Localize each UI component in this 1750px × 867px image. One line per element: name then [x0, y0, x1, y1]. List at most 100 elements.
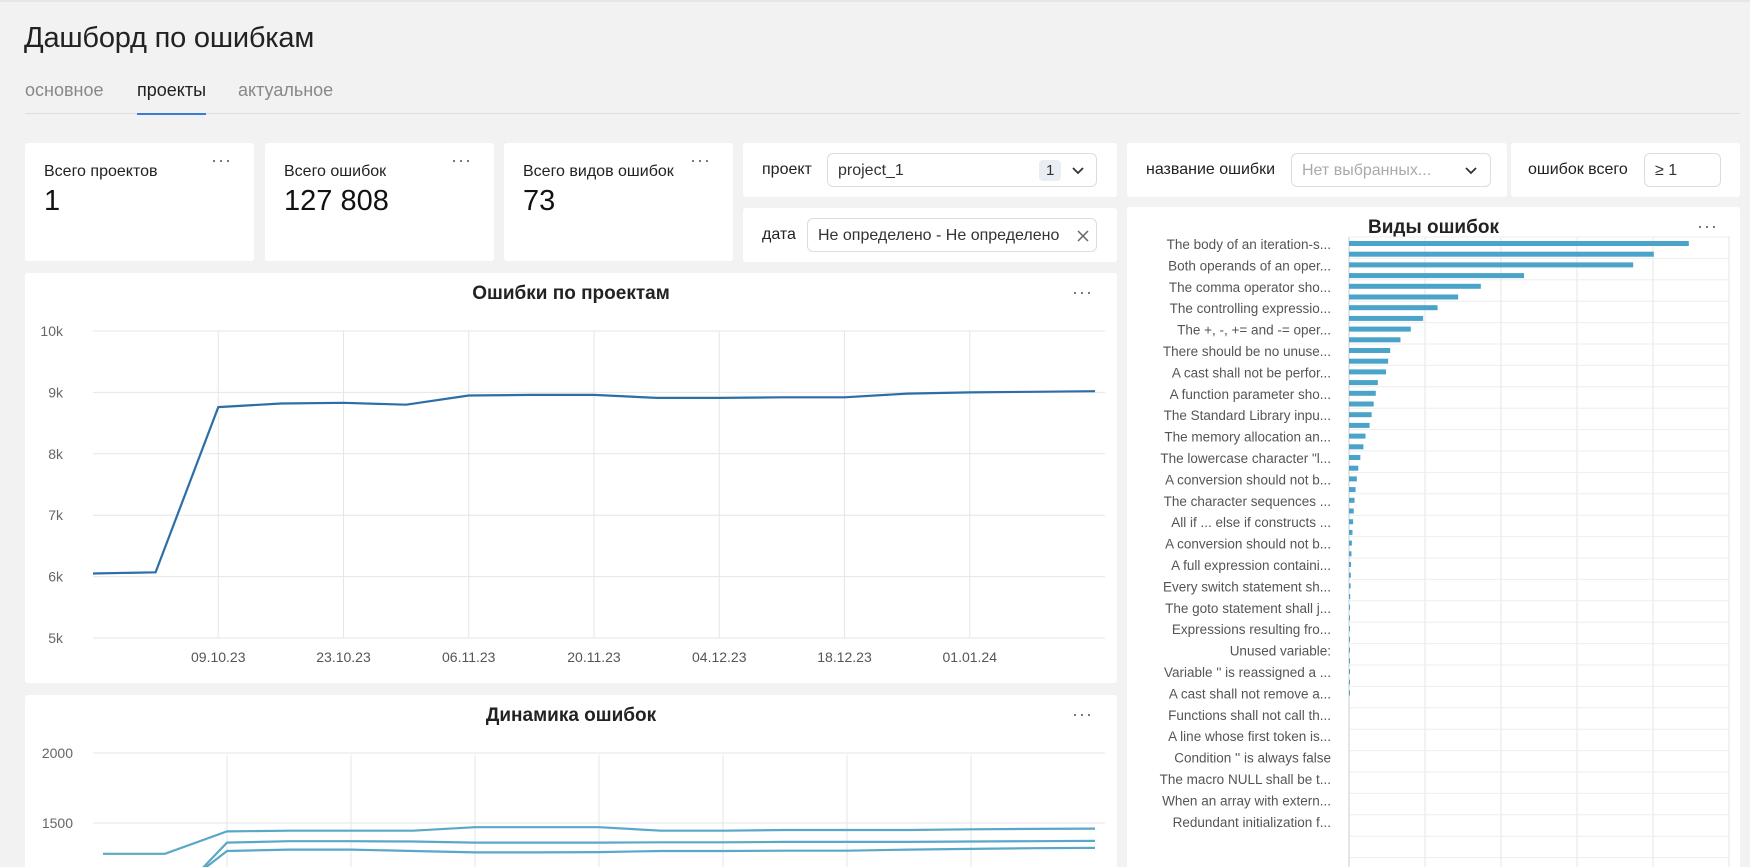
x-tick-label: 06.11.23 — [442, 649, 496, 665]
category-label: Condition '' is always false — [1174, 751, 1331, 766]
bar — [1349, 658, 1350, 664]
more-icon[interactable]: ··· — [211, 151, 232, 169]
bar — [1349, 508, 1354, 514]
project-select-value: project_1 — [838, 162, 904, 179]
bar — [1349, 572, 1351, 578]
errors-total-filter-card: ошибок всего ≥ 1 — [1511, 143, 1740, 197]
category-label: A line whose first token is... — [1168, 729, 1331, 744]
kpi-card-projects: ··· Всего проектов 1 — [25, 143, 254, 261]
bar — [1349, 412, 1372, 418]
category-label: A function parameter sho... — [1170, 387, 1331, 402]
error-name-select[interactable]: Нет выбранных... — [1291, 153, 1491, 187]
category-label: Both operands of an oper... — [1168, 258, 1331, 273]
bar — [1349, 315, 1424, 321]
kpi-card-error-types: ··· Всего видов ошибок 73 — [504, 143, 733, 261]
bar — [1349, 669, 1350, 674]
bar — [1349, 283, 1481, 289]
date-range-value: Не определено - Не определено — [818, 227, 1060, 244]
project-filter-label: проект — [762, 161, 812, 178]
tab-bar: основное проекты актуальное — [25, 80, 1740, 115]
project-filter-card: проект project_1 1 — [743, 143, 1117, 197]
category-label: All if ... else if constructs ... — [1171, 515, 1331, 530]
bar — [1349, 241, 1689, 246]
kpi-value: 1 — [44, 185, 61, 217]
top-divider — [0, 0, 1750, 2]
bar — [1349, 326, 1411, 332]
more-icon[interactable]: ··· — [451, 151, 472, 169]
y-tick-label: 1500 — [42, 815, 73, 831]
errors-total-input[interactable]: ≥ 1 — [1644, 153, 1721, 187]
errors-total-filter-label: ошибок всего — [1528, 161, 1628, 178]
category-label: The comma operator sho... — [1169, 280, 1331, 295]
tab-actual[interactable]: актуальное — [238, 80, 333, 114]
close-icon[interactable] — [1076, 229, 1090, 243]
project-select[interactable]: project_1 1 — [827, 153, 1097, 187]
bar — [1349, 647, 1350, 653]
bar — [1349, 476, 1357, 482]
chevron-down-icon — [1072, 167, 1084, 175]
category-label: A conversion should not b... — [1165, 537, 1331, 552]
bar — [1349, 294, 1459, 300]
bar — [1349, 401, 1374, 407]
bar — [1349, 305, 1438, 311]
category-label: The lowercase character "l... — [1160, 451, 1331, 466]
date-filter-card: дата Не определено - Не определено — [743, 208, 1117, 262]
x-tick-label: 23.10.23 — [316, 649, 371, 665]
tab-projects[interactable]: проекты — [137, 80, 207, 115]
line-chart-svg: 5k 6k 7k 8k 9k 10k 09.10.23 23.10.23 06.11.23 20.… — [40, 323, 1105, 665]
category-label: A cast shall not remove a... — [1169, 686, 1331, 701]
series-line — [204, 846, 1096, 867]
error-name-filter-card: название ошибки Нет выбранных... — [1127, 143, 1507, 197]
y-tick-label: 7k — [48, 507, 64, 523]
date-range-picker[interactable]: Не определено - Не определено — [807, 218, 1097, 252]
date-filter-label: дата — [762, 226, 796, 243]
bar — [1349, 604, 1351, 610]
category-label: The memory allocation an... — [1164, 430, 1331, 445]
category-label: Every switch statement sh... — [1163, 579, 1331, 594]
category-label: Functions shall not call th... — [1168, 708, 1331, 723]
y-tick-label: 9k — [48, 384, 64, 400]
bar-chart-svg: The body of an iteration-s... Both operan… — [1160, 236, 1730, 867]
category-label: Redundant initialization f... — [1173, 815, 1331, 830]
bar — [1349, 551, 1352, 557]
kpi-label: Всего проектов — [44, 163, 158, 180]
y-tick-label: 6k — [48, 569, 64, 585]
bar — [1349, 497, 1355, 503]
category-label: Variable '' is reassigned a ... — [1164, 665, 1331, 680]
error-name-placeholder: Нет выбранных... — [1302, 162, 1432, 179]
bar — [1349, 390, 1376, 396]
kpi-value: 127 808 — [284, 185, 389, 217]
category-label: The macro NULL shall be t... — [1160, 772, 1331, 787]
category-label: A conversion should not b... — [1165, 472, 1331, 487]
bar — [1349, 690, 1350, 696]
more-icon[interactable]: ··· — [690, 151, 711, 169]
category-label: Unused variable: — [1230, 644, 1331, 659]
errors-dynamics-chart: Динамика ошибок ··· 1500 2000 — [25, 695, 1117, 867]
bar — [1349, 636, 1350, 642]
chevron-down-icon — [1465, 167, 1477, 175]
bar — [1349, 369, 1387, 375]
bar — [1349, 337, 1401, 343]
series-line — [202, 839, 1096, 867]
bar — [1349, 626, 1350, 632]
category-label: A cast shall not be perfor... — [1172, 365, 1331, 380]
error-name-filter-label: название ошибки — [1146, 161, 1275, 178]
kpi-card-errors: ··· Всего ошибок 127 808 — [265, 143, 494, 261]
bar — [1349, 519, 1354, 525]
errors-total-value: ≥ 1 — [1655, 162, 1678, 179]
bar — [1349, 444, 1364, 450]
bar — [1349, 615, 1350, 621]
bar — [1349, 594, 1351, 600]
bar — [1349, 273, 1525, 279]
category-label: There should be no unuse... — [1163, 344, 1331, 359]
category-label: The controlling expressio... — [1170, 301, 1331, 316]
x-tick-label: 18.12.23 — [817, 649, 872, 665]
y-tick-label: 8k — [48, 446, 64, 462]
category-label: The character sequences ... — [1164, 494, 1331, 509]
tab-main[interactable]: основное — [25, 80, 104, 114]
selected-count-badge: 1 — [1039, 160, 1062, 181]
bar — [1349, 262, 1634, 268]
x-tick-label: 01.01.24 — [943, 649, 998, 665]
category-label: The +, -, += and -= oper... — [1177, 323, 1331, 338]
category-label: When an array with extern... — [1162, 793, 1331, 808]
